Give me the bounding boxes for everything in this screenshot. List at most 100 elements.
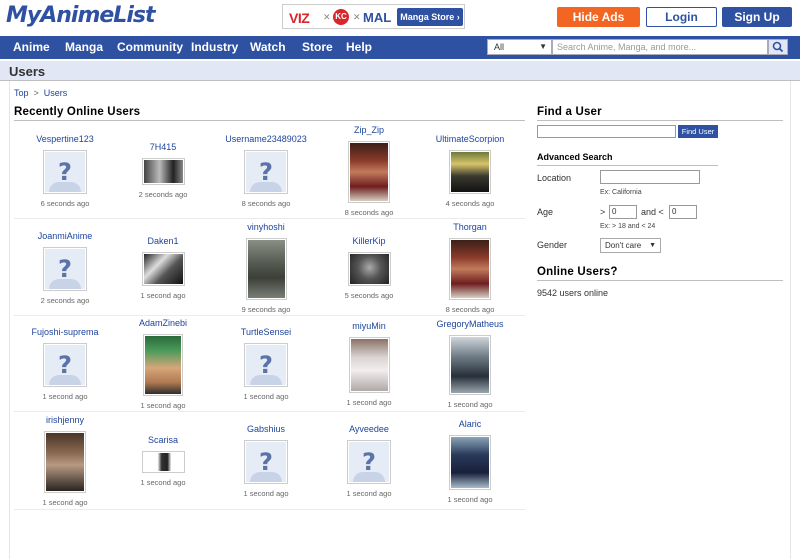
user-name-link[interactable]: Username23489023 bbox=[215, 134, 317, 144]
user-name-link[interactable]: Vespertine123 bbox=[14, 134, 116, 144]
user-avatar[interactable] bbox=[142, 252, 185, 286]
user-name-link[interactable]: Gabshius bbox=[215, 424, 317, 434]
user-name-link[interactable]: Daken1 bbox=[112, 236, 214, 246]
user-name-link[interactable]: TurtleSensei bbox=[215, 327, 317, 337]
search-button[interactable] bbox=[768, 39, 788, 55]
user-card: JoanmiAnime? 2 seconds ago bbox=[14, 219, 116, 316]
user-name-link[interactable]: UltimateScorpion bbox=[419, 134, 521, 144]
user-name-link[interactable]: JoanmiAnime bbox=[14, 231, 116, 241]
user-avatar[interactable] bbox=[348, 141, 390, 203]
user-name-link[interactable]: GregoryMatheus bbox=[419, 319, 521, 329]
search-scope-select[interactable]: All ▼ bbox=[487, 39, 552, 55]
user-name-link[interactable]: Thorgan bbox=[419, 222, 521, 232]
user-avatar[interactable] bbox=[142, 158, 185, 185]
user-avatar[interactable]: ? bbox=[244, 440, 288, 484]
login-button[interactable]: Login bbox=[646, 7, 717, 27]
user-card: KillerKip 5 seconds ago bbox=[318, 219, 420, 316]
online-users-count: 9542 users online bbox=[537, 288, 609, 298]
recent-users-heading: Recently Online Users bbox=[14, 106, 141, 118]
gender-label: Gender bbox=[537, 240, 568, 250]
user-avatar[interactable]: ? bbox=[43, 343, 87, 387]
user-card: irishjenny 1 second ago bbox=[14, 412, 116, 510]
breadcrumb-top-link[interactable]: Top bbox=[14, 88, 29, 98]
avatar-image bbox=[46, 433, 84, 491]
avatar-image bbox=[144, 254, 183, 284]
avatar-image bbox=[351, 339, 388, 391]
search-input[interactable]: Search Anime, Manga, and more... bbox=[552, 39, 768, 55]
nav-anime[interactable]: Anime bbox=[13, 40, 50, 54]
last-online-time: 1 second ago bbox=[447, 400, 493, 409]
find-user-input[interactable] bbox=[537, 125, 676, 138]
last-online-time: 9 seconds ago bbox=[241, 305, 291, 314]
last-online-time: 1 second ago bbox=[140, 291, 186, 300]
last-online-time: 1 second ago bbox=[243, 489, 289, 498]
user-name-link[interactable]: irishjenny bbox=[14, 415, 116, 425]
nav-industry[interactable]: Industry bbox=[191, 40, 238, 54]
user-avatar[interactable] bbox=[246, 238, 287, 300]
site-logo[interactable]: MyAnimeList bbox=[6, 3, 155, 28]
user-avatar[interactable]: ? bbox=[244, 150, 288, 194]
nav-manga[interactable]: Manga bbox=[65, 40, 103, 54]
hide-ads-button[interactable]: Hide Ads bbox=[557, 7, 640, 27]
age-max-input[interactable]: 0 bbox=[669, 205, 697, 219]
user-name-link[interactable]: 7H415 bbox=[112, 142, 214, 152]
user-row: Vespertine123? 6 seconds ago 7H415 2 second… bbox=[14, 122, 525, 219]
avatar-image bbox=[145, 336, 181, 394]
default-avatar-icon: ? bbox=[45, 152, 85, 192]
user-card: Fujoshi-suprema? 1 second ago bbox=[14, 316, 116, 412]
breadcrumb-users-link[interactable]: Users bbox=[44, 88, 68, 98]
signup-button[interactable]: Sign Up bbox=[722, 7, 792, 27]
user-avatar[interactable] bbox=[349, 337, 390, 393]
user-avatar[interactable]: ? bbox=[244, 343, 288, 387]
last-online-time: 1 second ago bbox=[140, 478, 186, 487]
user-avatar[interactable]: ? bbox=[347, 440, 391, 484]
find-user-button[interactable]: Find User bbox=[678, 125, 718, 138]
manga-store-button[interactable]: Manga Store › bbox=[397, 8, 463, 26]
manga-store-banner[interactable]: VIZ ✕ KC ✕ MAL Manga Store › bbox=[282, 4, 465, 29]
page-title-bar: Users bbox=[0, 61, 800, 81]
user-avatar[interactable] bbox=[449, 238, 491, 300]
nav-help[interactable]: Help bbox=[346, 40, 372, 54]
user-avatar[interactable] bbox=[142, 451, 185, 473]
user-avatar[interactable] bbox=[348, 252, 391, 286]
last-online-time: 2 seconds ago bbox=[138, 190, 188, 199]
user-name-link[interactable]: KillerKip bbox=[318, 236, 420, 246]
last-online-time: 5 seconds ago bbox=[344, 291, 394, 300]
user-name-link[interactable]: AdamZinebi bbox=[112, 318, 214, 328]
location-input[interactable] bbox=[600, 170, 700, 184]
nav-store[interactable]: Store bbox=[302, 40, 333, 54]
user-name-link[interactable]: Scarisa bbox=[112, 435, 214, 445]
gender-select[interactable]: Don't care ▼ bbox=[600, 238, 661, 253]
nav-watch[interactable]: Watch bbox=[250, 40, 286, 54]
avatar-image bbox=[248, 240, 285, 298]
user-avatar[interactable] bbox=[143, 334, 183, 396]
user-avatar[interactable] bbox=[449, 335, 491, 395]
user-card: Thorgan 8 seconds ago bbox=[419, 219, 521, 316]
default-avatar-icon: ? bbox=[246, 152, 286, 192]
avatar-image bbox=[350, 254, 389, 284]
last-online-time: 1 second ago bbox=[346, 398, 392, 407]
user-avatar[interactable] bbox=[44, 431, 86, 493]
user-avatar[interactable]: ? bbox=[43, 247, 87, 291]
age-min-input[interactable]: 0 bbox=[609, 205, 637, 219]
user-name-link[interactable]: Ayveedee bbox=[318, 424, 420, 434]
user-name-link[interactable]: miyuMin bbox=[318, 321, 420, 331]
user-name-link[interactable]: Zip_Zip bbox=[318, 125, 420, 135]
section-divider bbox=[537, 280, 783, 281]
mal-logo: MAL bbox=[363, 10, 392, 25]
user-card: Vespertine123? 6 seconds ago bbox=[14, 122, 116, 219]
cross-icon: ✕ bbox=[323, 12, 331, 22]
user-avatar[interactable] bbox=[449, 150, 491, 194]
user-name-link[interactable]: vinyhoshi bbox=[215, 222, 317, 232]
last-online-time: 4 seconds ago bbox=[445, 199, 495, 208]
user-avatar[interactable]: ? bbox=[43, 150, 87, 194]
user-name-link[interactable]: Alaric bbox=[419, 419, 521, 429]
last-online-time: 6 seconds ago bbox=[40, 199, 90, 208]
user-card: AdamZinebi 1 second ago bbox=[112, 316, 214, 412]
user-name-link[interactable]: Fujoshi-suprema bbox=[14, 327, 116, 337]
user-card: UltimateScorpion 4 seconds ago bbox=[419, 122, 521, 219]
question-mark-icon: ? bbox=[259, 158, 273, 186]
age-example: Ex: > 18 and < 24 bbox=[600, 223, 656, 230]
nav-community[interactable]: Community bbox=[117, 40, 183, 54]
user-avatar[interactable] bbox=[449, 435, 491, 490]
